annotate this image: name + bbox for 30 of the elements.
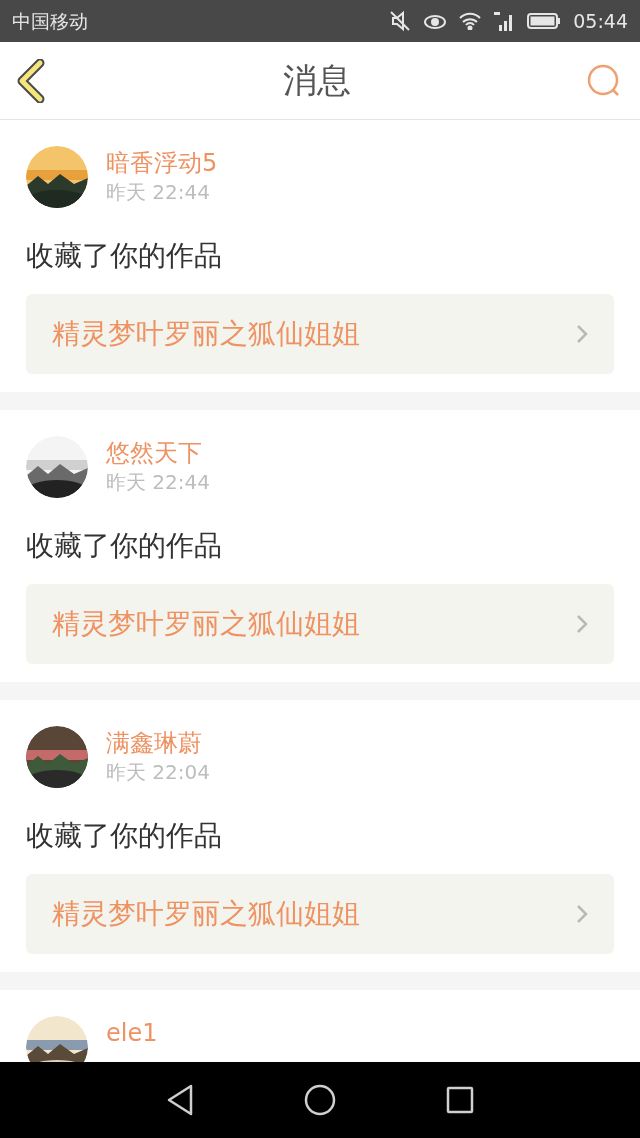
back-nav-button[interactable] — [166, 1084, 194, 1116]
chevron-right-icon — [576, 614, 588, 634]
back-icon — [166, 1084, 194, 1116]
message-text: 收藏了你的作品 — [26, 818, 223, 854]
home-icon — [304, 1084, 336, 1116]
work-link[interactable]: 精灵梦叶罗丽之狐仙姐姐 — [26, 874, 614, 954]
user-name[interactable]: 悠然天下 — [106, 438, 210, 468]
recents-icon — [446, 1086, 474, 1114]
message-time: 昨天 22:44 — [106, 469, 210, 496]
battery-icon — [527, 13, 562, 29]
wifi-icon — [459, 12, 482, 30]
home-nav-button[interactable] — [304, 1084, 336, 1116]
mute-icon — [389, 10, 412, 32]
user-name[interactable]: ele1 — [106, 1018, 158, 1048]
page-title: 消息 — [283, 59, 351, 102]
message-text: 收藏了你的作品 — [26, 238, 223, 274]
back-icon — [16, 58, 46, 103]
work-link[interactable]: 精灵梦叶罗丽之狐仙姐姐 — [26, 584, 614, 664]
user-name[interactable]: 暗香浮动5 — [106, 148, 218, 178]
chevron-right-icon — [576, 324, 588, 344]
eye-icon — [423, 12, 448, 30]
message-text: 收藏了你的作品 — [26, 528, 223, 564]
user-name[interactable]: 满鑫琳蔚 — [106, 728, 210, 758]
clock-time: 05:44 — [573, 8, 628, 34]
chevron-right-icon — [576, 904, 588, 924]
work-link[interactable]: 精灵梦叶罗丽之狐仙姐姐 — [26, 294, 614, 374]
message-time: 昨天 22:04 — [106, 759, 210, 786]
message-time: 昨天 22:44 — [106, 179, 211, 206]
carrier-name: 中国移动 — [12, 8, 88, 34]
recents-nav-button[interactable] — [446, 1086, 474, 1114]
